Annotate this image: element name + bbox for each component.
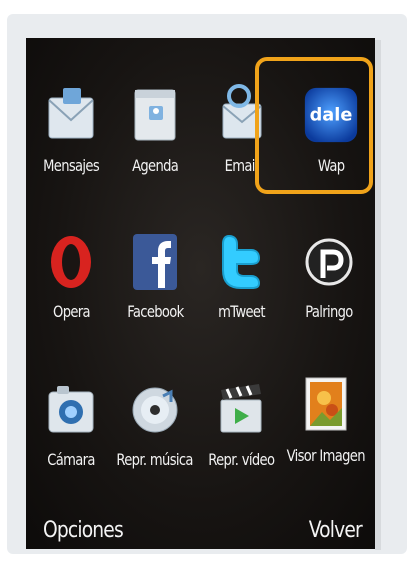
- softkey-options[interactable]: Opciones: [43, 518, 124, 543]
- app-visor-imagen[interactable]: Visor Imagen: [283, 368, 369, 498]
- highlight-box: [255, 57, 373, 194]
- app-label: Palringo: [305, 302, 353, 321]
- app-facebook[interactable]: Facebook: [112, 224, 198, 354]
- app-repr-musica[interactable]: Repr. música: [112, 372, 198, 502]
- app-label: Facebook: [126, 302, 184, 321]
- app-label: Email: [224, 156, 258, 175]
- app-mtweet[interactable]: mTweet: [198, 224, 284, 354]
- app-label: mTweet: [217, 302, 265, 321]
- app-mensajes[interactable]: Mensajes: [28, 78, 114, 208]
- camera-icon: [43, 378, 99, 440]
- contacts-folder-icon: [127, 84, 183, 146]
- app-label: Agenda: [131, 156, 179, 175]
- palringo-icon: [301, 230, 357, 292]
- app-label: Opera: [52, 302, 91, 321]
- softkey-back[interactable]: Volver: [309, 518, 363, 543]
- app-opera[interactable]: Opera: [28, 224, 114, 354]
- envelope-icon: [43, 84, 99, 146]
- frame-edge: [375, 40, 381, 550]
- app-label: Mensajes: [43, 156, 100, 175]
- facebook-icon: [127, 230, 183, 292]
- app-agenda[interactable]: Agenda: [112, 78, 198, 208]
- twitter-bird-icon: [213, 230, 269, 292]
- image-viewer-icon: [298, 374, 354, 436]
- app-palringo[interactable]: Palringo: [286, 224, 372, 354]
- app-label: Repr. vídeo: [207, 450, 275, 469]
- app-repr-video[interactable]: Repr. vídeo: [198, 372, 284, 502]
- app-label: Cámara: [47, 450, 95, 469]
- app-label: Repr. música: [116, 450, 194, 469]
- video-clapper-icon: [213, 378, 269, 440]
- music-disc-icon: [127, 378, 183, 440]
- opera-icon: [43, 230, 99, 292]
- app-label: Visor Imagen: [286, 446, 366, 465]
- app-camara[interactable]: Cámara: [28, 372, 114, 502]
